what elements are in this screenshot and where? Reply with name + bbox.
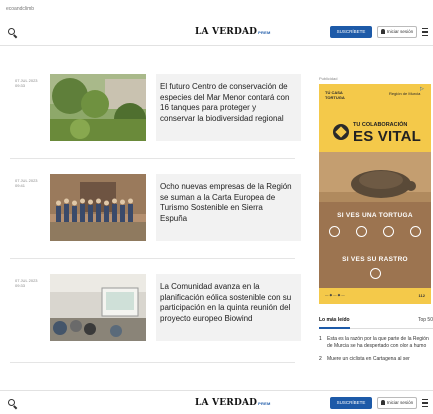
article-card[interactable]: Ocho nuevas empresas de la Región se sum…	[156, 174, 301, 241]
menu-icon[interactable]	[422, 399, 428, 407]
search-icon[interactable]	[8, 399, 18, 410]
ad-brand-left: TÚ CASA TORTUGA	[325, 90, 345, 100]
ad-sponsor-logos: — ◆ — ◆ —	[325, 293, 345, 297]
site-logo[interactable]: LA VERDADPREM	[195, 27, 271, 37]
ad-icon-row	[329, 226, 421, 237]
article-image[interactable]	[50, 74, 146, 141]
ad-phone: 112	[418, 293, 425, 298]
divider	[10, 258, 295, 259]
subscribe-button[interactable]: SUSCRÍBETE	[330, 26, 372, 38]
ad-line-trail: SI VES SU RASTRO	[342, 256, 408, 263]
login-label: Iniciar sesión	[386, 29, 414, 34]
article-image[interactable]	[50, 274, 146, 341]
logo-badge: PREM	[258, 401, 271, 406]
sticky-header: LA VERDADPREM SUSCRÍBETE Iniciar sesión	[0, 390, 433, 414]
ad-brand-right: Región de Murcia	[389, 91, 421, 96]
article-card[interactable]: La Comunidad avanza en la planificación …	[156, 274, 301, 341]
article-headline[interactable]: La Comunidad avanza en la planificación …	[160, 282, 292, 324]
user-icon	[380, 29, 385, 34]
advertisement-banner[interactable]: TÚ CASA TORTUGA Región de Murcia ▷ TU CO…	[319, 84, 431, 304]
article-headline[interactable]: El futuro Centro de conservación de espe…	[160, 82, 292, 124]
ad-label: Publicidad	[319, 76, 338, 81]
ad-line-turtle: SI VES UNA TORTUGA	[337, 212, 413, 219]
article-item[interactable]: 07 JUL 2023 09:33 El futuro Centro de co…	[10, 74, 301, 154]
search-icon[interactable]	[8, 28, 18, 39]
login-button[interactable]: Iniciar sesión	[377, 26, 417, 38]
list-item[interactable]: 1 Esta es la razón por la que parte de la…	[319, 336, 433, 350]
divider	[10, 362, 295, 363]
divider	[10, 158, 295, 159]
article-date: 07 JUL 2023 09:41	[15, 178, 38, 188]
article-date: 07 JUL 2023 09:33	[15, 78, 38, 88]
login-button[interactable]: Iniciar sesión	[377, 397, 417, 409]
login-label: Iniciar sesión	[386, 400, 414, 405]
popular-tabs: Lo más leído Top 50	[319, 315, 433, 329]
article-item[interactable]: 07 JUL 2023 09:33 La Comunidad avanza en…	[10, 274, 301, 354]
tab-most-read[interactable]: Lo más leído	[319, 317, 350, 329]
turtle-shell-icon	[333, 124, 349, 140]
list-item[interactable]: 2 Muere un ciclista en Cartagena al ser	[319, 356, 433, 363]
user-icon	[380, 400, 385, 405]
logo-badge: PREM	[258, 30, 271, 35]
site-logo[interactable]: LA VERDADPREM	[195, 398, 271, 408]
site-header: LA VERDADPREM SUSCRÍBETE Iniciar sesión	[0, 20, 433, 46]
popular-list: 1 Esta es la razón por la que parte de la…	[319, 336, 433, 369]
article-item[interactable]: 07 JUL 2023 09:41 Ocho nuevas empresas d	[10, 174, 301, 254]
ad-icon-row-2	[365, 268, 385, 279]
ad-footer: — ◆ — ◆ — 112	[319, 288, 431, 304]
article-image[interactable]	[50, 174, 146, 241]
menu-icon[interactable]	[422, 28, 428, 36]
breadcrumb[interactable]: ecoandclimb	[6, 6, 34, 12]
article-headline[interactable]: Ocho nuevas empresas de la Región se sum…	[160, 182, 292, 224]
ad-info-icon[interactable]: ▷	[420, 86, 424, 92]
subscribe-button[interactable]: SUSCRÍBETE	[330, 397, 372, 409]
article-date: 07 JUL 2023 09:33	[15, 278, 38, 288]
article-card[interactable]: El futuro Centro de conservación de espe…	[156, 74, 301, 141]
tab-top[interactable]: Top 50	[418, 317, 433, 323]
ad-headline: ES VITAL	[353, 128, 421, 145]
